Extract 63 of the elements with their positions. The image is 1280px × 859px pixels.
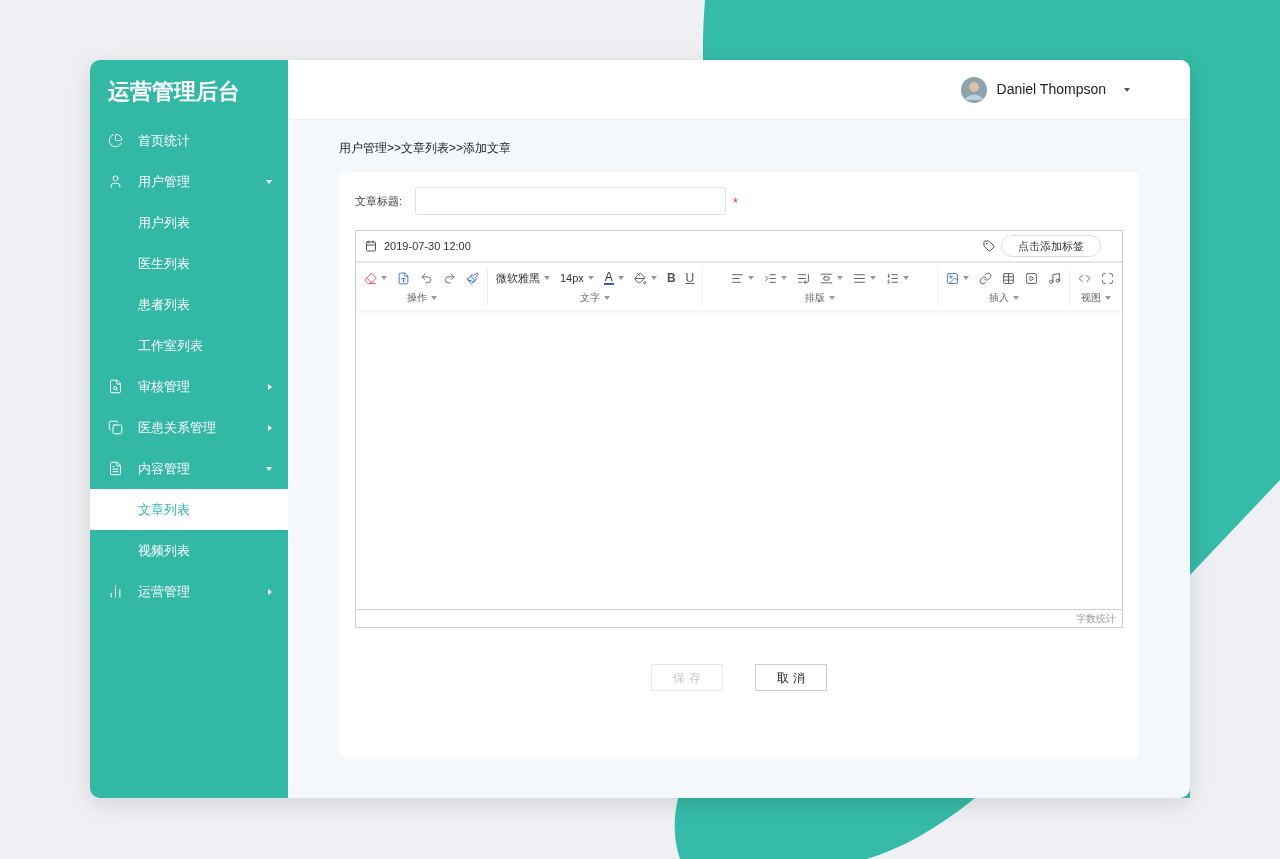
align-justify-icon	[853, 271, 867, 285]
toolbar-button[interactable]: 14px	[555, 268, 599, 288]
caret-icon	[266, 466, 272, 471]
table-icon	[1002, 271, 1015, 285]
sidebar-label: 医患关系管理	[138, 418, 217, 437]
caret-icon	[1105, 295, 1111, 300]
calendar-icon	[365, 240, 377, 252]
cancel-button[interactable]: 取 消	[755, 664, 827, 691]
brush-icon	[466, 271, 479, 285]
caret-icon	[430, 295, 437, 300]
avatar	[960, 76, 987, 103]
bar-chart-icon	[108, 584, 123, 599]
undo-icon	[420, 271, 433, 285]
tag-icon	[983, 240, 995, 252]
toolbar-button[interactable]: B	[661, 268, 681, 288]
document-search-icon	[108, 379, 123, 394]
required-mark: *	[733, 194, 739, 213]
title-input[interactable]	[415, 187, 726, 215]
toolbar-group-label[interactable]: 操作	[406, 290, 437, 305]
document-icon	[397, 271, 410, 285]
toolbar-button[interactable]: A	[598, 268, 629, 288]
align-left-icon	[731, 271, 745, 285]
pie-chart-icon	[108, 133, 123, 148]
toolbar-group-label[interactable]: 插入	[988, 290, 1019, 305]
redo-icon	[443, 271, 456, 285]
caret-icon	[268, 383, 272, 390]
field-label: 文章标题:	[355, 193, 404, 209]
caret-icon	[266, 179, 272, 184]
sidebar-label: 用户管理	[138, 172, 191, 191]
toolbar-group-label[interactable]: 文字	[580, 290, 611, 305]
caret-icon	[1124, 87, 1130, 92]
caret-icon	[268, 424, 272, 431]
link-icon	[979, 271, 992, 285]
toolbar-group-label[interactable]: 排版	[805, 290, 836, 305]
toolbar-button[interactable]: 微软雅黑	[491, 268, 555, 288]
sidebar-label: 首页统计	[138, 131, 191, 150]
copy-icon	[108, 420, 123, 435]
image-icon	[946, 271, 959, 285]
date-text: 2019-07-30 12:00	[384, 238, 472, 254]
caret-icon	[604, 295, 611, 300]
app-title: 运营管理后台	[107, 78, 241, 106]
caret-icon	[1012, 295, 1019, 300]
toolbar-group-label[interactable]: 视图	[1081, 290, 1111, 305]
list-icon	[797, 271, 811, 285]
ordered-list-icon	[886, 271, 900, 285]
sidebar-label: 运营管理	[138, 582, 191, 601]
indent-icon	[764, 271, 778, 285]
breadcrumb: 用户管理>>文章列表>>添加文章	[339, 140, 513, 157]
music-icon	[1048, 271, 1061, 285]
line-height-icon	[820, 271, 834, 285]
caret-icon	[268, 588, 272, 595]
sidebar-label: 审核管理	[138, 377, 191, 396]
paint-bucket-icon	[633, 271, 647, 285]
word-count: 字数统计	[1076, 612, 1116, 626]
user-menu[interactable]: Daniel Thompson	[960, 76, 1130, 103]
caret-icon	[829, 295, 836, 300]
video-icon	[1025, 271, 1038, 285]
sidebar-label: 内容管理	[138, 459, 191, 478]
fullscreen-icon	[1101, 271, 1114, 285]
eraser-icon	[364, 271, 377, 285]
user-icon	[108, 174, 123, 189]
document-icon	[108, 461, 123, 476]
toolbar-button[interactable]: U	[680, 268, 700, 288]
